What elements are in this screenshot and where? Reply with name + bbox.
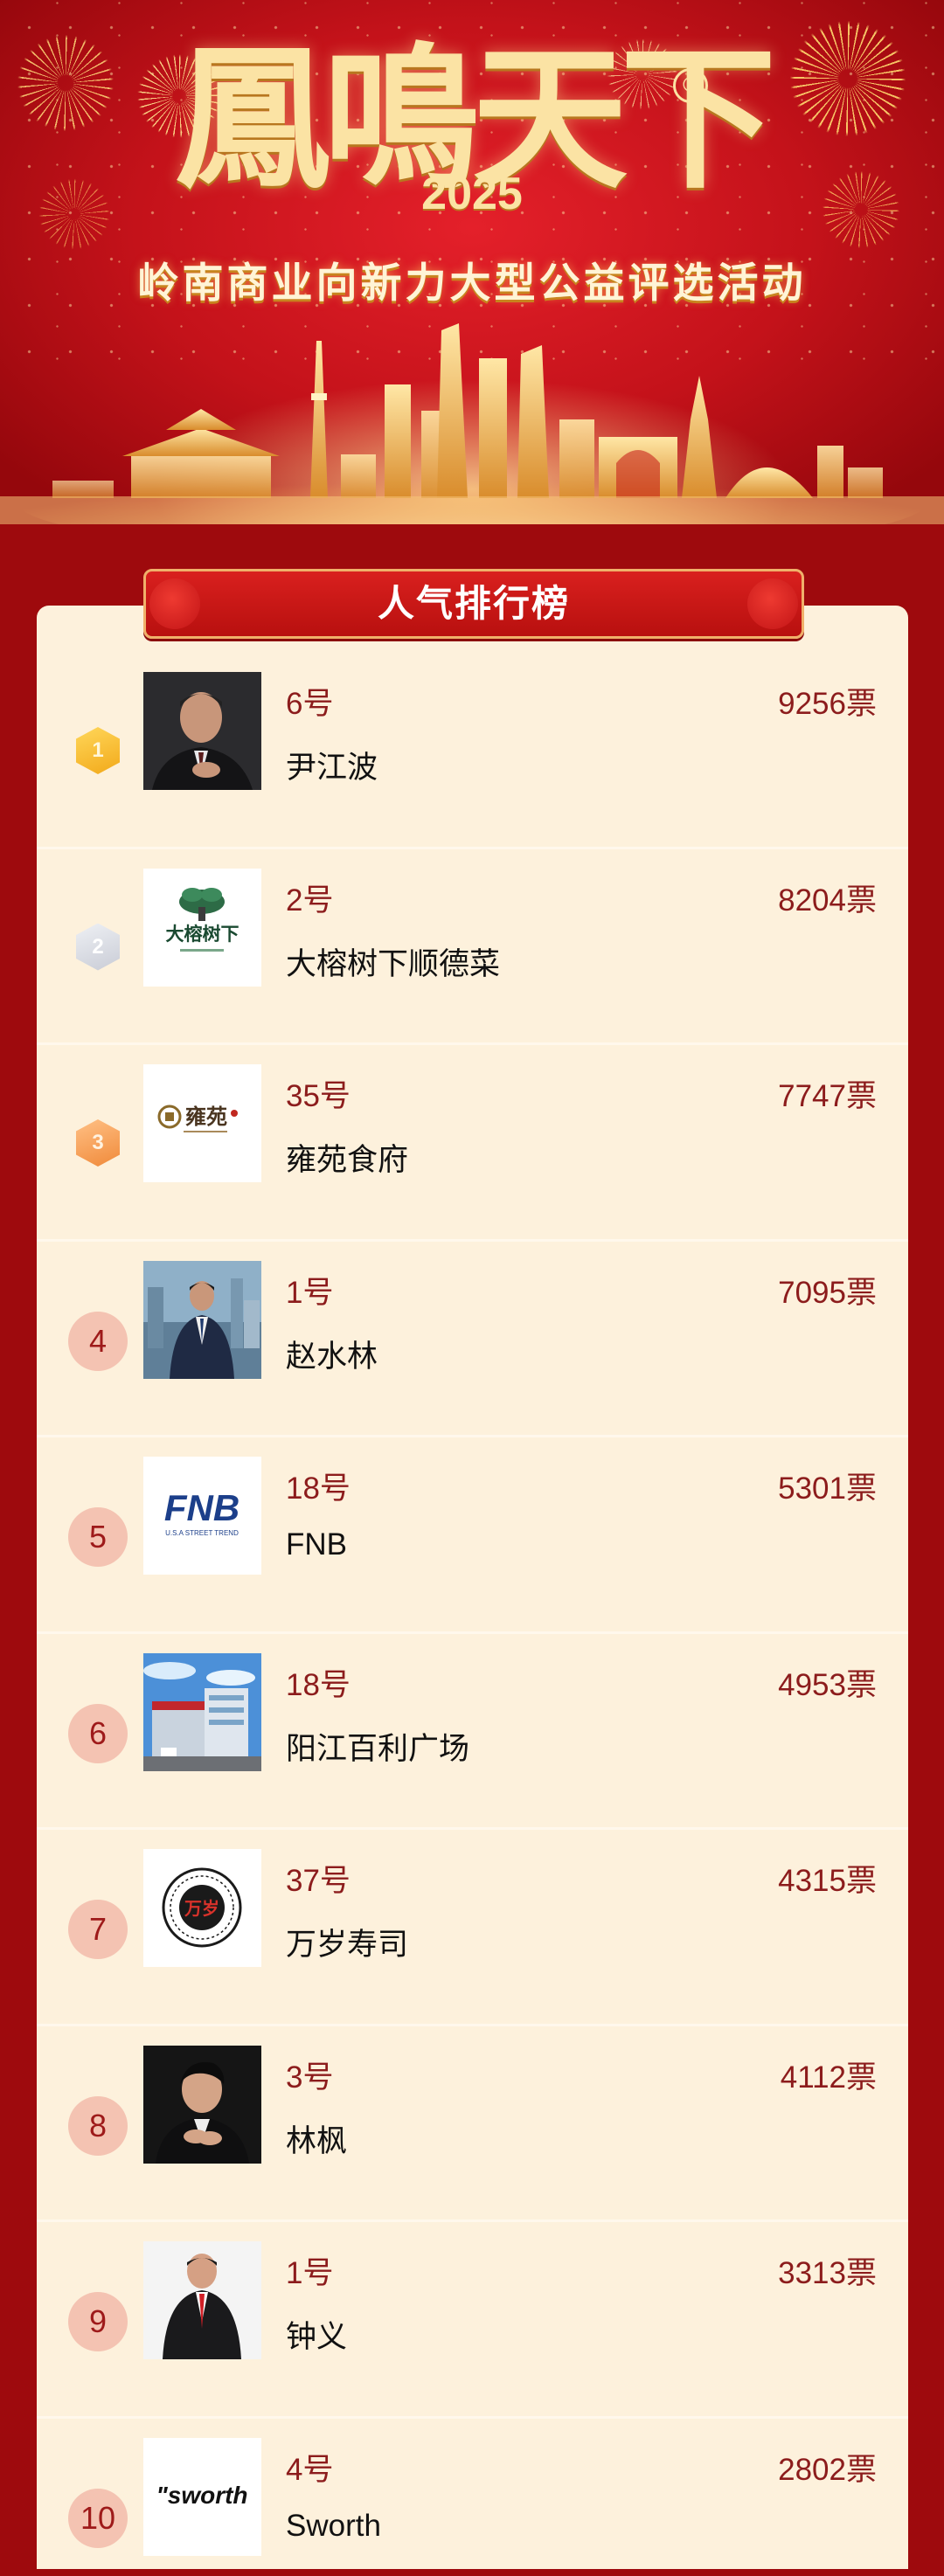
vote-count: 8204票 xyxy=(778,883,877,918)
city-skyline-illustration xyxy=(0,323,944,524)
entry-number: 35号 xyxy=(286,1079,351,1113)
gold-medal-icon: 1 xyxy=(76,727,120,774)
rank-number-badge: 7 xyxy=(68,1900,128,1959)
vote-count: 5301票 xyxy=(778,1472,877,1506)
entry-name: 大榕树下顺德菜 xyxy=(286,946,501,981)
ranking-row[interactable]: 6 18号 阳江百利广场 4953票 xyxy=(37,1634,908,1830)
ranking-list: 1 6号 尹江波 9256票 2 大榕树下 2号 大榕树下顺德菜 8204票 3… xyxy=(37,653,908,2576)
vote-count: 4315票 xyxy=(778,1864,877,1898)
ranking-row[interactable]: 3 雍苑 35号 雍苑食府 7747票 xyxy=(37,1045,908,1242)
ranking-row[interactable]: 4 1号 赵水林 7095票 xyxy=(37,1242,908,1437)
entry-name: 阳江百利广场 xyxy=(286,1731,470,1766)
logo-subtext: U.S.A STREET TREND xyxy=(165,1529,239,1537)
entry-name: 尹江波 xyxy=(286,751,378,785)
entry-name: 林枫 xyxy=(286,2123,348,2158)
entry-name: 钟义 xyxy=(286,2320,348,2354)
entry-number: 37号 xyxy=(286,1864,351,1898)
entry-photo[interactable] xyxy=(143,2241,261,2359)
ranking-title: 人气排行榜 xyxy=(377,583,570,624)
ranking-row[interactable]: 1 6号 尹江波 9256票 xyxy=(37,653,908,849)
entry-number: 2号 xyxy=(286,883,334,918)
entry-photo[interactable] xyxy=(143,1260,261,1379)
entry-photo[interactable] xyxy=(143,1652,261,1771)
entry-name: 赵水林 xyxy=(286,1339,378,1374)
bronze-medal-icon: 3 xyxy=(76,1119,120,1167)
ranking-row[interactable]: 9 1号 钟义 3313票 xyxy=(37,2222,908,2419)
vote-count: 7747票 xyxy=(778,1079,877,1113)
ranking-row[interactable]: 10 "sworth 4号 Sworth 2802票 xyxy=(37,2419,908,2576)
entry-logo[interactable]: 大榕树下 xyxy=(143,868,261,987)
logo-text: 万岁 xyxy=(184,1898,219,1919)
ranking-row[interactable]: 2 大榕树下 2号 大榕树下顺德菜 8204票 xyxy=(37,849,908,1045)
registered-mark: ® xyxy=(673,68,708,103)
ranking-row[interactable]: 8 3号 林枫 4112票 xyxy=(37,2026,908,2222)
entry-logo[interactable]: 雍苑 xyxy=(143,1064,261,1182)
logo-text: 大榕树下 xyxy=(166,924,239,945)
entry-name: FNB xyxy=(286,1527,347,1562)
entry-photo[interactable] xyxy=(143,2045,261,2164)
entry-number: 4号 xyxy=(286,2452,334,2487)
event-banner: 鳳鳴天下 ® 2025 岭南商业向新力大型公益评选活动 xyxy=(0,0,944,524)
page-bottom-border xyxy=(0,2569,944,2576)
entry-photo[interactable] xyxy=(143,672,261,790)
event-year: 2025 xyxy=(421,169,523,219)
entry-number: 18号 xyxy=(286,1472,351,1506)
silver-medal-icon: 2 xyxy=(76,923,120,971)
vote-count: 9256票 xyxy=(778,687,877,721)
rank-number-badge: 6 xyxy=(68,1703,128,1763)
ranking-row[interactable]: 5 FNB U.S.A STREET TREND 18号 FNB 5301票 xyxy=(37,1437,908,1634)
vote-count: 4953票 xyxy=(778,1667,877,1702)
entry-logo[interactable]: FNB U.S.A STREET TREND xyxy=(143,1457,261,1575)
rank-number-badge: 10 xyxy=(68,2488,128,2548)
entry-number: 3号 xyxy=(286,2060,334,2095)
entry-name: Sworth xyxy=(286,2508,381,2543)
entry-number: 6号 xyxy=(286,687,334,721)
rank-number-badge: 5 xyxy=(68,1507,128,1567)
logo-text: 雍苑 xyxy=(185,1104,227,1129)
entry-logo[interactable]: 万岁 xyxy=(143,1849,261,1967)
vote-count: 4112票 xyxy=(780,2060,877,2095)
entry-name: 雍苑食府 xyxy=(286,1143,409,1177)
logo-text: "sworth xyxy=(156,2482,247,2509)
rank-number-badge: 9 xyxy=(68,2292,128,2351)
event-title: 岭南商业向新力大型公益评选活动 xyxy=(137,260,807,308)
entry-number: 18号 xyxy=(286,1667,351,1702)
rank-number-badge: 8 xyxy=(68,2095,128,2156)
logo-text: FNB xyxy=(164,1487,239,1528)
rank-number-badge: 4 xyxy=(68,1311,128,1371)
entry-number: 1号 xyxy=(286,2256,334,2290)
ranking-row[interactable]: 7 万岁 37号 万岁寿司 4315票 xyxy=(37,1830,908,2026)
vote-count: 7095票 xyxy=(778,1275,877,1310)
vote-count: 3313票 xyxy=(778,2256,877,2290)
entry-name: 万岁寿司 xyxy=(286,1928,409,1962)
ranking-title-bar: 人气排行榜 xyxy=(143,569,804,639)
vote-count: 2802票 xyxy=(778,2452,877,2487)
entry-logo[interactable]: "sworth xyxy=(143,2437,261,2556)
entry-number: 1号 xyxy=(286,1275,334,1310)
